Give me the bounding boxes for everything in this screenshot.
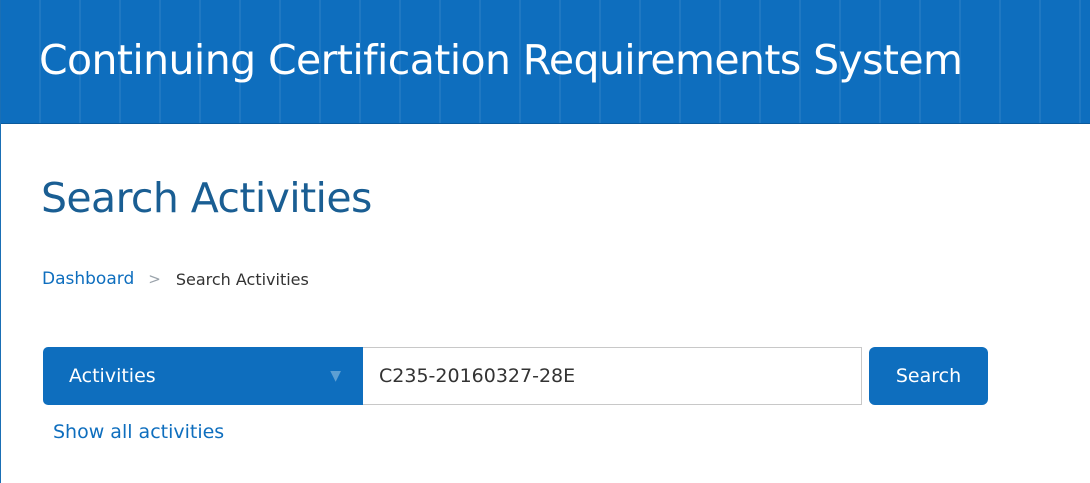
- caret-down-icon: ▼: [330, 368, 341, 384]
- search-input[interactable]: [363, 347, 862, 405]
- breadcrumb: Dashboard > Search Activities: [42, 269, 309, 289]
- search-type-selected-label: Activities: [69, 365, 156, 387]
- page-frame: Continuing Certification Requirements Sy…: [0, 0, 1090, 483]
- system-title: Continuing Certification Requirements Sy…: [39, 36, 963, 84]
- search-type-select[interactable]: Activities ▼: [43, 347, 363, 405]
- search-bar: Activities ▼ Search: [43, 347, 988, 405]
- show-all-activities-link[interactable]: Show all activities: [53, 421, 224, 443]
- page-title: Search Activities: [41, 174, 372, 222]
- breadcrumb-current: Search Activities: [175, 269, 309, 289]
- breadcrumb-separator-icon: >: [148, 270, 161, 288]
- breadcrumb-dashboard-link[interactable]: Dashboard: [42, 269, 134, 289]
- site-header-banner: Continuing Certification Requirements Sy…: [1, 0, 1090, 124]
- search-button[interactable]: Search: [869, 347, 988, 405]
